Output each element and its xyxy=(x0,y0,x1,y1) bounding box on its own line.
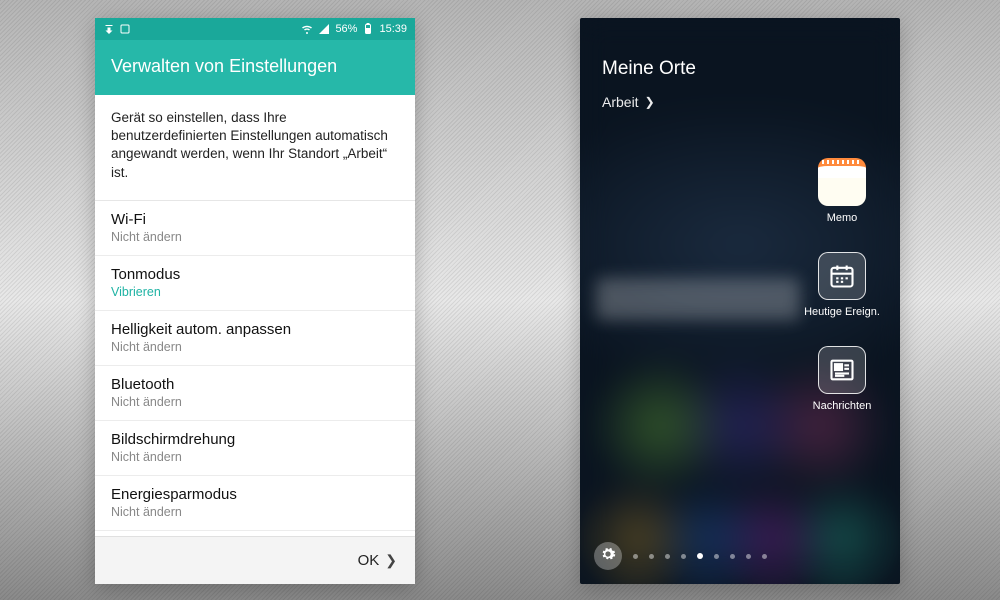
setting-row[interactable]: Energiesparmodus Nicht ändern xyxy=(95,476,415,531)
search-bar-blurred xyxy=(596,278,800,320)
setting-row[interactable]: Wi-Fi Nicht ändern xyxy=(95,201,415,256)
setting-value: Nicht ändern xyxy=(111,340,399,354)
place-selector[interactable]: Arbeit ❯ xyxy=(602,94,878,110)
page-dot[interactable] xyxy=(633,554,638,559)
home-edge-screen: Meine Orte Arbeit ❯ Memo Heutige Ereign. N… xyxy=(580,18,900,584)
wifi-icon xyxy=(301,23,313,35)
download-icon xyxy=(103,23,115,35)
settings-gear-button[interactable] xyxy=(594,542,622,570)
calendar-icon xyxy=(818,252,866,300)
places-title: Meine Orte xyxy=(602,58,878,80)
page-dot[interactable] xyxy=(730,554,735,559)
page-dot[interactable] xyxy=(681,554,686,559)
launcher-label: Heutige Ereign. xyxy=(804,306,880,318)
page-dot[interactable] xyxy=(649,554,654,559)
setting-row[interactable]: Bluetooth Nicht ändern xyxy=(95,366,415,421)
page-dot[interactable] xyxy=(746,554,751,559)
page-dot[interactable] xyxy=(697,553,703,559)
launcher-item[interactable]: Heutige Ereign. xyxy=(802,252,882,318)
setting-value: Nicht ändern xyxy=(111,505,399,519)
setting-label: Energiesparmodus xyxy=(111,486,399,503)
launcher-item[interactable]: Nachrichten xyxy=(802,346,882,412)
launcher-item[interactable]: Memo xyxy=(802,158,882,224)
setting-label: Wi-Fi xyxy=(111,211,399,228)
battery-icon xyxy=(362,23,374,35)
setting-value: Nicht ändern xyxy=(111,450,399,464)
setting-label: Tonmodus xyxy=(111,266,399,283)
setting-row[interactable]: Tonmodus Vibrieren xyxy=(95,256,415,311)
setting-row[interactable]: Bildschirmdrehung Nicht ändern xyxy=(95,421,415,476)
setting-label: Bluetooth xyxy=(111,376,399,393)
setting-value: Vibrieren xyxy=(111,285,399,299)
battery-text: 56% xyxy=(335,23,357,35)
setting-value: Nicht ändern xyxy=(111,395,399,409)
setting-label: Helligkeit autom. anpassen xyxy=(111,321,399,338)
gear-icon xyxy=(600,546,616,567)
place-label: Arbeit xyxy=(602,94,639,110)
settings-screen: 56% 15:39 Verwalten von Einstellungen Ge… xyxy=(95,18,415,584)
memo-icon xyxy=(818,158,866,206)
setting-value: Nicht ändern xyxy=(111,230,399,244)
ok-label: OK xyxy=(358,552,380,569)
ok-button[interactable]: OK ❯ xyxy=(95,536,415,584)
setting-row[interactable]: Helligkeit autom. anpassen Nicht ändern xyxy=(95,311,415,366)
launcher-label: Memo xyxy=(827,212,858,224)
screenshot-icon xyxy=(119,23,131,35)
news-icon xyxy=(818,346,866,394)
page-description: Gerät so einstellen, dass Ihre benutzerd… xyxy=(95,95,415,201)
page-dot[interactable] xyxy=(714,554,719,559)
signal-icon xyxy=(318,23,330,35)
page-title: Verwalten von Einstellungen xyxy=(95,40,415,95)
status-bar: 56% 15:39 xyxy=(95,18,415,40)
chevron-right-icon: ❯ xyxy=(385,552,397,569)
page-dot[interactable] xyxy=(665,554,670,559)
shortcut-column: Memo Heutige Ereign. Nachrichten xyxy=(802,158,882,412)
settings-list: Wi-Fi Nicht ändern Tonmodus Vibrieren Hellig… xyxy=(95,201,415,536)
chevron-right-icon: ❯ xyxy=(645,95,655,109)
page-dot[interactable] xyxy=(762,554,767,559)
clock-text: 15:39 xyxy=(379,23,407,35)
page-indicator xyxy=(580,542,900,570)
setting-label: Bildschirmdrehung xyxy=(111,431,399,448)
launcher-label: Nachrichten xyxy=(813,400,872,412)
